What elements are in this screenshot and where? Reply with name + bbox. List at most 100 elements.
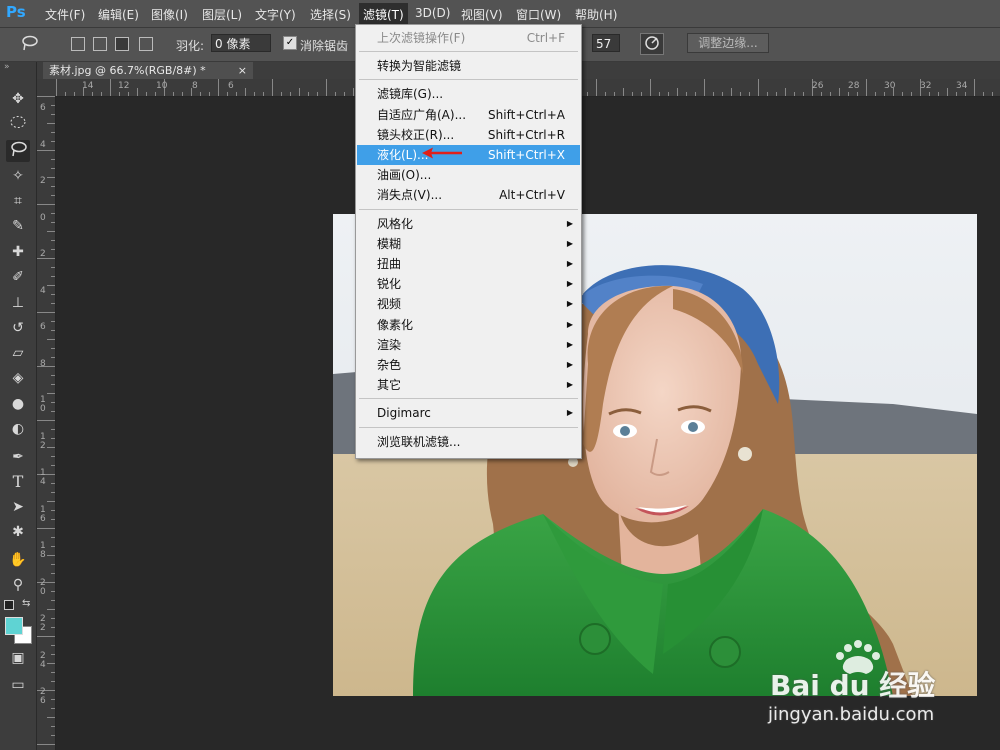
filter-menu-item[interactable]: 自适应广角(A)... Shift+Ctrl+A [357, 105, 580, 125]
zoom-tool-icon[interactable]: ⚲ [6, 574, 30, 596]
eyedropper-tool-icon[interactable]: ✎ [6, 215, 30, 237]
filter-menu-item[interactable]: 转换为智能滤镜 [357, 56, 580, 76]
ruler-origin[interactable] [37, 79, 56, 96]
tablet-pressure-icon[interactable] [640, 33, 664, 55]
filter-menu-item[interactable]: 杂色 ▶ [357, 355, 580, 375]
menu-1[interactable]: 编辑(E) [98, 6, 139, 23]
subtract-selection-mode-button[interactable] [115, 37, 129, 51]
dodge-tool-icon[interactable]: ◐ [6, 418, 30, 440]
collapse-panel-icon[interactable]: » [4, 62, 10, 72]
filter-menu-dropdown: 上次滤镜操作(F) Ctrl+F 转换为智能滤镜滤镜库(G)... 自适应广角(A).… [355, 24, 582, 459]
submenu-arrow-icon: ▶ [566, 360, 573, 369]
new-selection-mode-button[interactable] [71, 37, 85, 51]
v-ruler-label: 1 6 [40, 504, 46, 524]
quick-mask-icon[interactable]: ▣ [6, 647, 30, 669]
add-selection-mode-button[interactable] [93, 37, 107, 51]
v-ruler-label: 6 [40, 322, 46, 332]
brush-tool-icon[interactable]: ✐ [6, 266, 30, 288]
pen-tool-icon[interactable]: ✒ [6, 446, 30, 468]
lasso-tool-preset-icon[interactable] [18, 33, 42, 55]
v-ruler-label: 4 [40, 139, 46, 150]
filter-menu-item-label: 杂色 [377, 358, 402, 372]
v-ruler-label: 2 2 [40, 614, 46, 633]
feather-input[interactable]: 0 像素 [211, 34, 271, 52]
filter-menu-item[interactable]: 滤镜库(G)... [357, 84, 580, 104]
h-ruler-label: 26 [812, 81, 824, 91]
filter-menu-item[interactable]: 镜头校正(R)... Shift+Ctrl+R [357, 125, 580, 145]
filter-menu-item: 上次滤镜操作(F) Ctrl+F [357, 28, 580, 48]
move-tool-icon[interactable]: ✥ [6, 88, 30, 110]
quick-selection-tool-icon[interactable]: ✧ [6, 165, 30, 187]
filter-menu-item[interactable]: 扭曲 ▶ [357, 254, 580, 274]
h-ruler-label: 34 [956, 81, 968, 91]
menu-8[interactable]: 视图(V) [461, 6, 503, 23]
filter-menu-item-label: 其它 [377, 378, 402, 393]
filter-menu-item[interactable]: 浏览联机滤镜... [357, 432, 580, 452]
menu-separator [359, 79, 578, 81]
filter-menu-item-label: 像素化 [377, 317, 414, 332]
hand-tool-icon[interactable]: ✋ [6, 549, 30, 571]
v-ruler-label: 1 2 [40, 431, 46, 451]
filter-menu-item-label: 转换为智能滤镜 [377, 59, 462, 74]
shortcut-label: Shift+Ctrl+A [488, 107, 565, 122]
swap-colors-icon[interactable]: ⇆ [22, 598, 30, 609]
history-brush-tool-icon[interactable]: ↺ [6, 317, 30, 339]
paint-bucket-tool-icon[interactable]: ◈ [6, 367, 30, 389]
path-selection-tool-icon[interactable]: ➤ [6, 496, 30, 518]
lasso-tool-icon[interactable] [6, 140, 30, 162]
filter-menu-item[interactable]: 锐化 ▶ [357, 274, 580, 294]
filter-menu-item-label: 风格化 [377, 216, 414, 231]
filter-menu-item[interactable]: 其它 ▶ [357, 375, 580, 395]
filter-menu-item[interactable]: 油画(O)... [357, 165, 580, 185]
menu-separator [359, 208, 578, 210]
screen-mode-icon[interactable]: ▭ [6, 674, 30, 696]
filter-menu-item[interactable]: 消失点(V)... Alt+Ctrl+V [357, 185, 580, 205]
filter-menu-item[interactable]: 风格化 ▶ [357, 214, 580, 234]
menu-5[interactable]: 选择(S) [310, 6, 351, 23]
menu-6[interactable]: 滤镜(T) [359, 3, 408, 26]
refine-edge-button[interactable]: 调整边缘... [687, 33, 769, 53]
menu-9[interactable]: 窗口(W) [516, 6, 561, 23]
menu-0[interactable]: 文件(F) [45, 6, 85, 23]
intersect-selection-mode-button[interactable] [139, 37, 153, 51]
h-ruler-label: 8 [192, 81, 198, 91]
submenu-arrow-icon: ▶ [566, 299, 573, 309]
submenu-arrow-icon: ▶ [566, 408, 573, 418]
v-ruler-label: 2 [40, 176, 46, 186]
custom-shape-tool-icon[interactable]: ✱ [6, 521, 30, 543]
filter-menu-item[interactable]: Digimarc ▶ [357, 403, 580, 423]
marquee-tool-icon[interactable] [6, 114, 30, 136]
menu-3[interactable]: 图层(L) [202, 6, 242, 23]
filter-menu-item-label: 浏览联机滤镜... [377, 434, 461, 449]
blur-tool-icon[interactable]: ● [6, 393, 30, 415]
v-ruler-label: 4 [40, 285, 46, 296]
menu-10[interactable]: 帮助(H) [575, 6, 617, 23]
vertical-ruler[interactable]: 6 4 2 0 2 4 6 8 1 0 1 2 1 4 1 6 1 8 2 0 2 2 2 4 2 6 [37, 96, 56, 750]
filter-menu-item-label: 渲染 [377, 337, 402, 352]
clone-stamp-tool-icon[interactable]: ⊥ [6, 292, 30, 314]
close-tab-icon[interactable]: × [238, 62, 247, 79]
filter-menu-item-label: 镜头校正(R)... [377, 127, 455, 142]
eraser-tool-icon[interactable]: ▱ [6, 342, 30, 364]
contrast-input[interactable]: 57 [592, 34, 620, 52]
crop-tool-icon[interactable]: ⌗ [6, 190, 30, 212]
filter-menu-item[interactable]: 视频 ▶ [357, 294, 580, 314]
filter-menu-item-label: Digimarc [377, 406, 431, 421]
default-colors-icon[interactable] [4, 600, 14, 610]
filter-menu-item-label: 锐化 [377, 277, 402, 292]
type-tool-icon[interactable]: T [6, 471, 30, 493]
menu-7[interactable]: 3D(D) [415, 6, 450, 20]
healing-brush-tool-icon[interactable]: ✚ [6, 241, 30, 263]
document-tab[interactable]: 素材.jpg @ 66.7%(RGB/8#) * × [43, 62, 253, 79]
submenu-arrow-icon: ▶ [566, 259, 573, 268]
submenu-arrow-icon: ▶ [566, 380, 573, 390]
h-ruler-label: 14 [82, 81, 94, 91]
filter-menu-item[interactable]: 模糊 ▶ [357, 234, 580, 254]
foreground-color-swatch[interactable] [5, 617, 23, 635]
antialias-checkbox[interactable]: ✓ [283, 36, 297, 50]
filter-menu-item[interactable]: 渲染 ▶ [357, 335, 580, 355]
filter-menu-item[interactable]: 像素化 ▶ [357, 315, 580, 335]
menu-2[interactable]: 图像(I) [151, 6, 188, 23]
filter-menu-item[interactable]: 液化(L)... Shift+Ctrl+X [357, 145, 580, 165]
menu-4[interactable]: 文字(Y) [255, 6, 296, 23]
